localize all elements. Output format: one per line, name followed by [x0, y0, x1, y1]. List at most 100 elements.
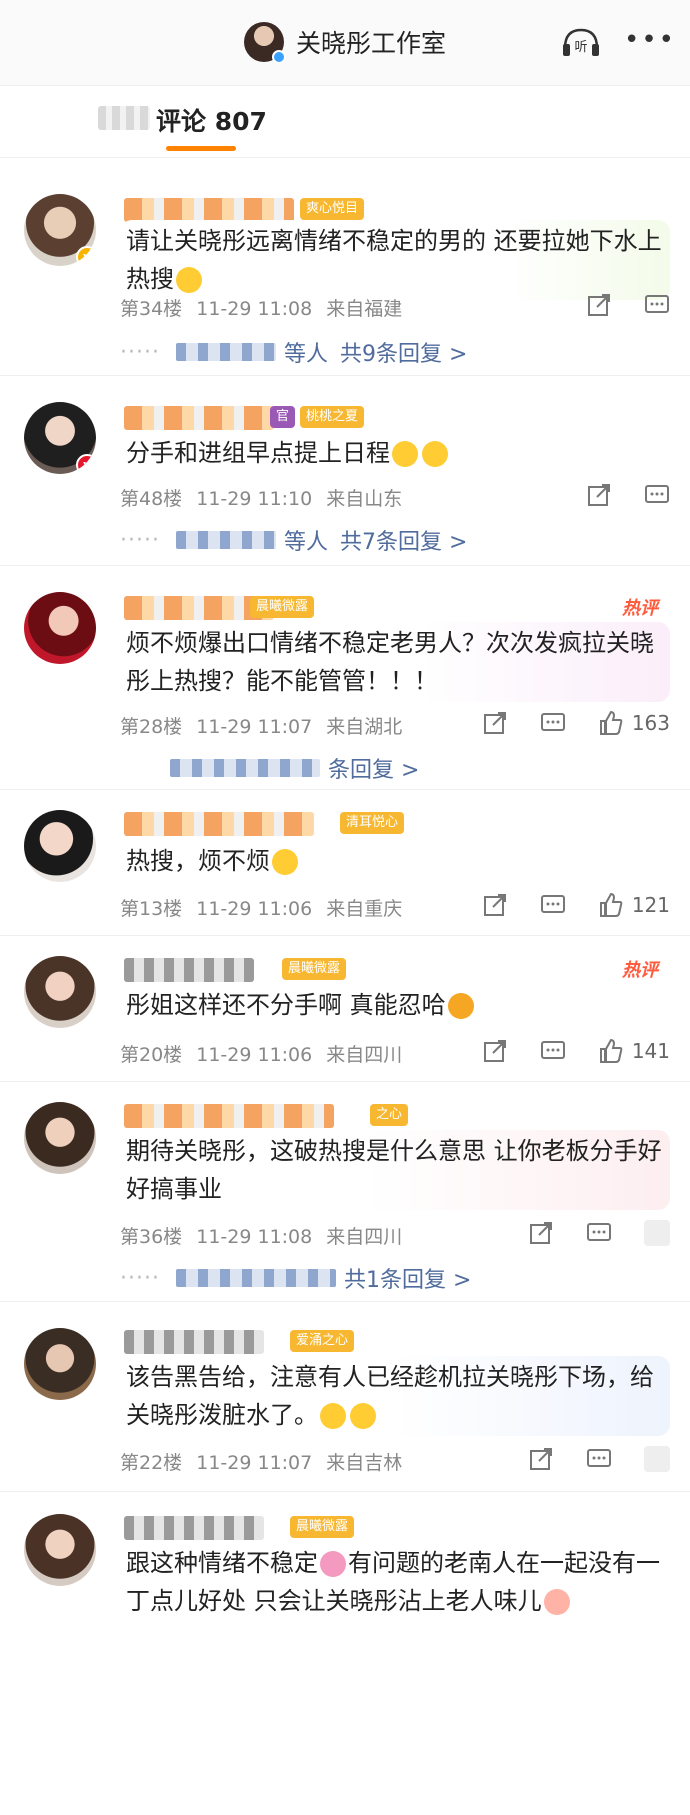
tab-comments-count: 807	[214, 107, 267, 136]
username-blurred[interactable]	[124, 1104, 334, 1128]
share-icon[interactable]	[528, 1220, 554, 1246]
comment-meta: 第28楼 11-29 11:07 来自湖北	[120, 712, 410, 739]
tab-comments-label: 评论	[156, 107, 207, 136]
username-blurred[interactable]	[124, 1516, 264, 1540]
more-menu-button[interactable]: •••	[624, 27, 676, 53]
comment-actions: 163	[450, 710, 670, 736]
reply-names-blurred	[175, 343, 276, 361]
avatar[interactable]	[24, 1328, 96, 1400]
comment-text: 分手和进组早点提上日程	[120, 432, 670, 474]
fan-badge: 清耳悦心	[340, 812, 405, 834]
reply-suffix: 等人	[283, 530, 328, 555]
comment-icon[interactable]	[586, 1220, 612, 1246]
like-icon[interactable]	[598, 710, 624, 736]
like-icon-blurred[interactable]	[644, 1446, 670, 1472]
tab-active-indicator	[166, 146, 236, 151]
fan-badge: 桃桃之夏	[300, 406, 365, 428]
comment-location: 来自福建	[326, 298, 403, 320]
share-icon[interactable]	[528, 1446, 554, 1472]
floor-number: 第22楼	[120, 1452, 183, 1474]
comment-actions: 121	[450, 892, 670, 918]
avatar[interactable]	[24, 1102, 96, 1174]
comment-icon[interactable]	[644, 292, 670, 318]
comment-icon[interactable]	[540, 892, 566, 918]
username-blurred[interactable]	[124, 1330, 264, 1354]
comment-location: 来自湖北	[326, 716, 403, 738]
floor-number: 第34楼	[120, 298, 183, 320]
reply-dots: ·····	[120, 1265, 160, 1291]
fan-badge: 之心	[370, 1104, 409, 1126]
share-icon[interactable]	[482, 1038, 508, 1064]
top-bar: 关晓彤工作室 听 •••	[0, 0, 690, 86]
listen-icon[interactable]: 听	[560, 24, 602, 60]
reply-link[interactable]: 共1条回复 >	[344, 1262, 471, 1294]
comment-time: 11-29 11:07	[196, 716, 313, 738]
share-icon[interactable]	[586, 482, 612, 508]
comment-icon[interactable]	[644, 482, 670, 508]
floor-number: 第48楼	[120, 488, 183, 510]
reply-preview[interactable]: ····· 等人 共9条回复 >	[120, 336, 467, 368]
reply-suffix: 等人	[283, 342, 328, 367]
comment-item: v 官 桃桃之夏 分手和进组早点提上日程 第48楼 11-29 11:10 来自…	[0, 376, 690, 566]
avatar[interactable]	[24, 592, 96, 664]
comment-location: 来自四川	[326, 1044, 403, 1066]
avatar[interactable]	[24, 956, 96, 1028]
comment-list: v 爽心悦目 请让关晓彤远离情绪不稳定的男的 还要拉她下水上热搜 第34楼 11…	[0, 158, 690, 1652]
emoji-sweat-icon	[176, 267, 202, 293]
avatar[interactable]	[24, 1514, 96, 1586]
comment-location: 来自吉林	[326, 1452, 403, 1474]
reply-names-blurred	[175, 531, 276, 549]
like-icon-blurred[interactable]	[644, 1220, 670, 1246]
reply-preview[interactable]: ····· 共1条回复 >	[120, 1262, 471, 1294]
comment-meta: 第20楼 11-29 11:06 来自四川	[120, 1040, 410, 1067]
comment-icon[interactable]	[586, 1446, 612, 1472]
hot-comment-badge: 热评	[622, 598, 658, 619]
comment-time: 11-29 11:06	[196, 898, 313, 920]
fan-badge: 爱涌之心	[290, 1330, 355, 1352]
reply-link[interactable]: 共9条回复 >	[340, 336, 467, 368]
fan-badge: 晨曦微露	[250, 596, 315, 618]
floor-number: 第13楼	[120, 898, 183, 920]
comment-time: 11-29 11:10	[196, 488, 313, 510]
comment-icon[interactable]	[540, 1038, 566, 1064]
emoji-hug-icon	[422, 441, 448, 467]
comment-icon[interactable]	[540, 710, 566, 736]
username-blurred[interactable]	[124, 812, 314, 836]
emoji-smile-icon	[272, 849, 298, 875]
emoji-brain-icon	[320, 1551, 346, 1577]
emoji-smile-icon	[320, 1403, 346, 1429]
studio-avatar[interactable]	[243, 22, 286, 64]
official-badge: 官	[270, 406, 296, 428]
comment-actions	[496, 1446, 670, 1472]
avatar[interactable]: v	[24, 194, 96, 266]
reply-preview[interactable]: 条回复 >	[120, 752, 419, 784]
tab-comments[interactable]: 评论 807	[156, 102, 267, 138]
username-blurred[interactable]	[124, 958, 254, 982]
verified-icon: v	[76, 454, 96, 474]
like-count: 141	[631, 1039, 670, 1063]
comment-item: 之心 期待关晓彤，这破热搜是什么意思 让你老板分手好好搞事业 第36楼 11-2…	[0, 1082, 690, 1302]
like-icon[interactable]	[598, 1038, 624, 1064]
reply-names-blurred	[170, 759, 320, 777]
reply-link[interactable]: 共7条回复 >	[340, 524, 467, 556]
comment-item: 清耳悦心 热搜，烦不烦 第13楼 11-29 11:06 来自重庆 121	[0, 790, 690, 936]
avatar[interactable]: v	[24, 402, 96, 474]
emoji-hug-icon	[392, 441, 418, 467]
username-blurred[interactable]	[124, 406, 274, 430]
comment-text: 热搜，烦不烦	[120, 840, 670, 882]
avatar[interactable]	[24, 810, 96, 882]
floor-number: 第28楼	[120, 716, 183, 738]
like-icon[interactable]	[598, 892, 624, 918]
share-icon[interactable]	[586, 292, 612, 318]
share-icon[interactable]	[482, 892, 508, 918]
fan-badge: 晨曦微露	[290, 1516, 355, 1538]
reply-link[interactable]: 条回复 >	[328, 752, 419, 784]
reply-preview[interactable]: ····· 等人 共7条回复 >	[120, 524, 467, 556]
blurred-tab	[98, 106, 150, 130]
username-blurred[interactable]	[124, 198, 294, 222]
comment-actions: 141	[450, 1038, 670, 1064]
floor-number: 第20楼	[120, 1044, 183, 1066]
emoji-vomit-icon	[543, 1589, 570, 1615]
comment-text: 请让关晓彤远离情绪不稳定的男的 还要拉她下水上热搜	[120, 220, 670, 300]
share-icon[interactable]	[482, 710, 508, 736]
